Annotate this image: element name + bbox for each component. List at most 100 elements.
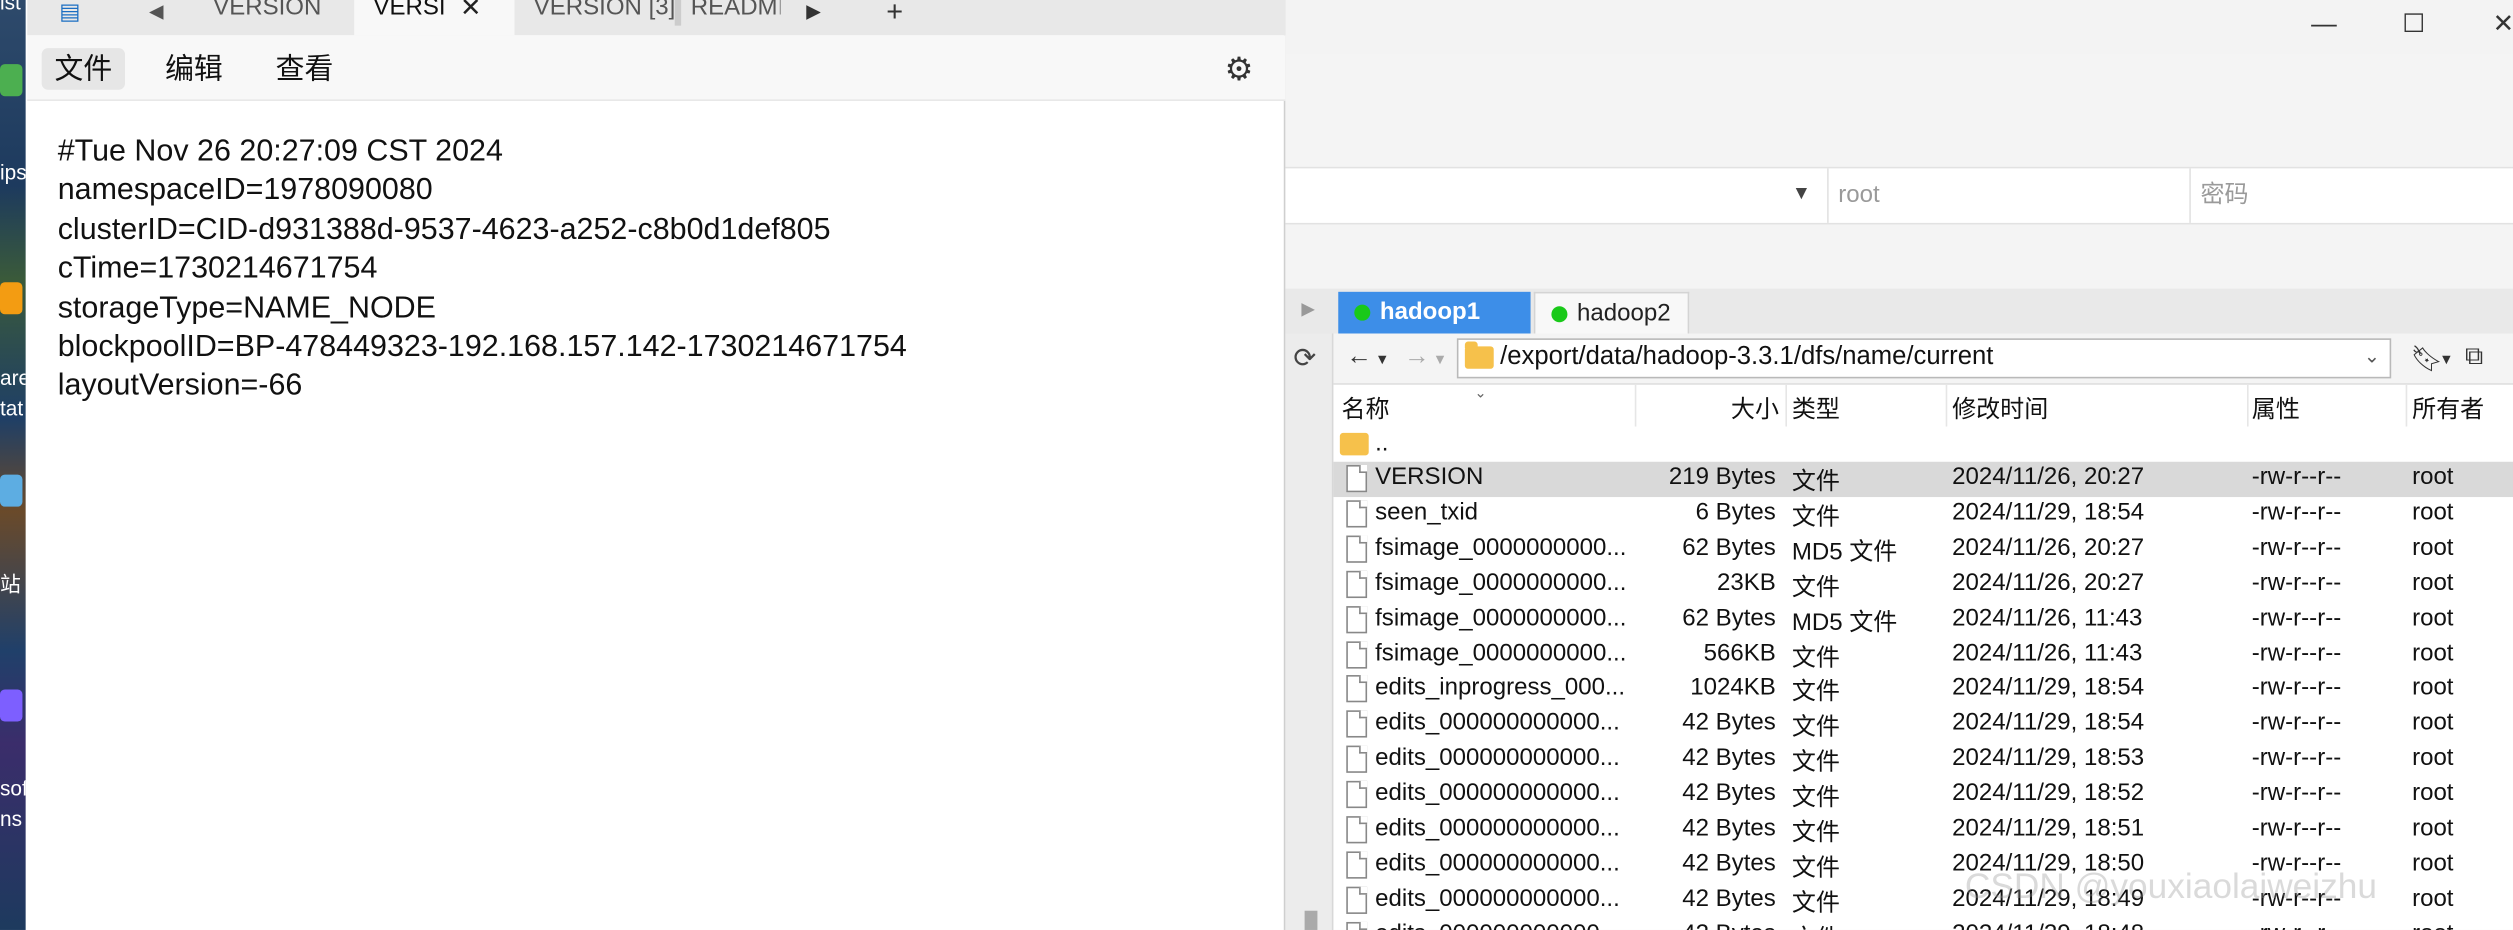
file-row[interactable]: seen_txid 6 Bytes 文件 2024/11/29, 18:54 -rw-r… <box>1333 497 2513 532</box>
file-row[interactable]: edits_inprogress_000... 1024KB 文件 2024/11/2… <box>1333 672 2513 707</box>
file-size: 1024KB <box>1690 674 1776 702</box>
file-modified: 2024/11/26, 20:27 <box>1952 568 2145 596</box>
maximize-icon[interactable]: ☐ <box>2398 10 2430 42</box>
file-owner: root <box>2412 498 2454 526</box>
column-header-modified[interactable]: 修改时间 <box>1952 391 2048 425</box>
file-name: edits_000000000000... <box>1375 849 1620 877</box>
username-field[interactable]: root <box>1827 168 2189 223</box>
desktop-label: tat <box>0 396 24 421</box>
file-permissions: -rw-r--r-- <box>2251 498 2342 526</box>
menu-edit[interactable]: 编辑 <box>152 48 235 90</box>
side-toolbar: ⟳ <box>1285 333 1334 930</box>
file-size: 23KB <box>1716 568 1776 596</box>
recycle-bin-icon[interactable] <box>0 474 23 507</box>
file-name: VERSION <box>1375 463 1484 491</box>
file-permissions: -rw-r--r-- <box>2251 603 2342 632</box>
file-icon <box>1346 640 1368 668</box>
tab-session-hadoop2[interactable]: hadoop2 <box>1533 291 1690 334</box>
column-separator[interactable] <box>2405 384 2408 427</box>
file-name: fsimage_0000000000... <box>1375 568 1627 596</box>
file-row[interactable]: edits_000000000000... 42 Bytes 文件 2024/11/2… <box>1333 743 2513 778</box>
forward-arrow-icon[interactable]: → <box>1404 343 1430 372</box>
file-type: 文件 <box>1791 713 1840 742</box>
column-header-owner[interactable]: 所有者 <box>2412 391 2484 425</box>
settings-gear-icon[interactable]: ⚙ <box>1225 50 1254 90</box>
file-type: 文件 <box>1791 889 1840 917</box>
bookmark-icon[interactable]: 🔖︎ <box>2410 343 2443 375</box>
file-icon <box>1346 605 1368 633</box>
scrollbar[interactable] <box>1304 910 1318 930</box>
new-tab-plus-icon[interactable]: + <box>886 0 903 38</box>
desktop-app-icon[interactable] <box>0 64 23 97</box>
back-arrow-icon[interactable]: ← <box>1346 343 1372 372</box>
back-history-chevron-icon[interactable]: ▼ <box>1375 351 1389 367</box>
host-dropdown-chevron-icon[interactable]: ▼ <box>1792 181 1811 203</box>
minimize-icon[interactable]: — <box>2308 10 2340 42</box>
desktop-label: 站 <box>0 572 21 597</box>
tab-scroll-left-icon[interactable]: ◀ <box>149 0 164 38</box>
path-input[interactable]: /export/data/hadoop-3.3.1/dfs/name/curre… <box>1456 338 2392 379</box>
column-separator[interactable] <box>1785 384 1788 427</box>
file-row[interactable]: edits_000000000000... 42 Bytes 文件 2024/11/2… <box>1333 813 2513 848</box>
desktop-app-icon[interactable] <box>0 689 23 722</box>
file-permissions: -rw-r--r-- <box>2251 814 2342 842</box>
tab-session-hadoop1[interactable]: hadoop1 <box>1338 291 1531 334</box>
editor-tab-label: VERSI <box>373 0 446 21</box>
file-size: 42 Bytes <box>1682 709 1776 737</box>
new-folder-icon[interactable]: ⧉ <box>2465 343 2483 372</box>
refresh-icon[interactable]: ⟳ <box>1293 343 1316 375</box>
close-icon[interactable]: ✕ <box>2487 10 2513 42</box>
editor-tab[interactable]: READMI <box>691 0 781 35</box>
file-row[interactable]: edits_000000000000... 42 Bytes 文件 2024/11/2… <box>1333 918 2513 930</box>
bookmark-menu-chevron-icon[interactable]: ▼ <box>2439 351 2453 367</box>
desktop-app-icon[interactable] <box>0 282 23 315</box>
file-row[interactable]: edits_000000000000... 42 Bytes 文件 2024/11/2… <box>1333 708 2513 743</box>
column-separator[interactable] <box>2246 384 2249 427</box>
editor-tab[interactable]: VERSION <box>213 0 354 35</box>
path-dropdown-chevron-icon[interactable]: ⌄ <box>2364 345 2380 367</box>
column-header-type[interactable]: 类型 <box>1792 391 1840 425</box>
file-row[interactable]: fsimage_0000000000... 566KB 文件 2024/11/26, … <box>1333 637 2513 672</box>
file-size: 6 Bytes <box>1695 498 1776 526</box>
file-modified: 2024/11/29, 18:53 <box>1952 744 2145 772</box>
column-separator[interactable] <box>1945 384 1948 427</box>
menu-file[interactable]: 文件 <box>41 48 126 90</box>
tab-scroll-right-icon[interactable]: ▶ <box>806 0 821 38</box>
password-field[interactable]: 密码 <box>2189 168 2513 223</box>
parent-directory-row[interactable]: .. <box>1333 427 2513 462</box>
folder-icon <box>1339 432 1369 456</box>
file-row[interactable]: fsimage_0000000000... 23KB 文件 2024/11/26, 2… <box>1333 567 2513 602</box>
desktop-label: ns <box>0 806 23 831</box>
editor-tab-active[interactable]: VERSI <box>354 0 515 36</box>
column-separator[interactable] <box>1634 384 1637 427</box>
file-modified: 2024/11/29, 18:54 <box>1952 674 2145 702</box>
file-row[interactable]: fsimage_0000000000... 62 Bytes MD5 文件 2024/… <box>1333 602 2513 637</box>
file-list: 名称 ⌄ 大小 类型 修改时间 属性 所有者 .. VERSION 219 Byt… <box>1333 384 2513 930</box>
file-permissions: -rw-r--r-- <box>2252 920 2403 930</box>
tab-scroll-left-icon[interactable]: ▶ <box>1301 298 1315 319</box>
file-modified: 2024/11/26, 20:27 <box>1952 533 2145 561</box>
close-tab-icon[interactable]: ✕ <box>460 0 481 37</box>
editor-text-area[interactable]: #Tue Nov 26 20:27:09 CST 2024 namespaceI… <box>58 133 907 407</box>
forward-history-chevron-icon[interactable]: ▼ <box>1433 351 1447 367</box>
file-row[interactable]: VERSION 219 Bytes 文件 2024/11/26, 20:27 -rw-r… <box>1333 461 2513 498</box>
file-row[interactable]: edits_000000000000... 42 Bytes 文件 2024/11/2… <box>1333 778 2513 813</box>
tab-divider <box>674 0 682 26</box>
file-modified: 2024/11/26, 11:43 <box>1952 603 2143 632</box>
file-row[interactable]: fsimage_0000000000... 62 Bytes MD5 文件 2024/… <box>1333 532 2513 567</box>
editor-tab[interactable]: VERSION [3] <box>534 0 675 35</box>
file-type: 文件 <box>1791 854 1840 882</box>
sort-chevron-icon: ⌄ <box>1474 384 1487 401</box>
editor-tabstrip: ▤ ◀ VERSION VERSI ✕ VERSION [3] READMI ▶… <box>27 0 1286 38</box>
column-header-permissions[interactable]: 属性 <box>2252 391 2300 425</box>
file-type: 文件 <box>1791 678 1840 707</box>
file-size: 566KB <box>1703 638 1776 667</box>
file-permissions: -rw-r--r-- <box>2251 779 2342 807</box>
file-modified: 2024/11/29, 18:48 <box>1952 920 2240 930</box>
parent-directory-label: .. <box>1375 429 1389 457</box>
column-header-name[interactable]: 名称 <box>1341 391 1389 425</box>
column-header-size[interactable]: 大小 <box>1731 391 1779 425</box>
text-line: storageType=NAME_NODE <box>57 291 436 325</box>
menu-view[interactable]: 查看 <box>263 48 346 90</box>
file-name: edits_000000000000... <box>1375 884 1620 913</box>
